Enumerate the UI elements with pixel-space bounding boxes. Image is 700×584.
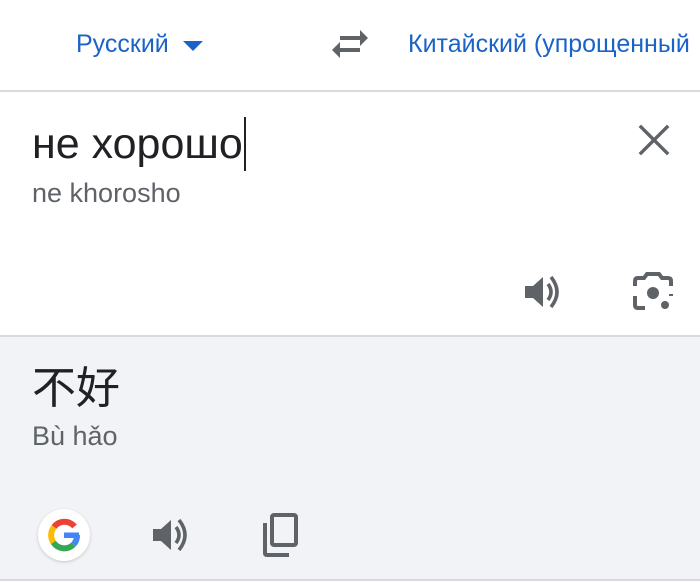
camera-translate-button[interactable]	[626, 266, 680, 318]
speaker-icon	[525, 275, 559, 309]
copy-translation-button[interactable]	[254, 509, 306, 561]
divider	[0, 579, 700, 581]
text-cursor	[243, 117, 246, 171]
clear-button[interactable]	[628, 114, 680, 166]
target-language-label: Китайский (упрощенный)	[408, 29, 690, 58]
source-text[interactable]: не хорошо	[32, 116, 243, 172]
google-search-button[interactable]	[38, 509, 90, 561]
copy-icon	[263, 513, 298, 557]
source-input[interactable]: не хорошо	[32, 116, 246, 172]
translation-text: 不好	[32, 364, 120, 413]
close-icon	[638, 124, 670, 156]
speaker-icon	[153, 518, 187, 552]
source-transliteration: ne khorosho	[32, 178, 181, 208]
listen-translation-button[interactable]	[146, 509, 198, 561]
source-language-selector[interactable]: Русский	[76, 24, 203, 64]
swap-arrows-icon	[332, 30, 368, 58]
listen-source-button[interactable]	[518, 266, 570, 318]
google-logo-icon	[48, 518, 80, 552]
result-panel: 不好 Bù hǎo	[0, 337, 700, 579]
translation-transliteration: Bù hǎo	[32, 421, 118, 451]
source-language-label: Русский	[76, 29, 169, 58]
target-language-selector[interactable]: Китайский (упрощенный)	[408, 24, 690, 64]
language-bar: Русский Китайский (упрощенный)	[0, 0, 700, 90]
chevron-down-icon	[182, 41, 203, 51]
source-panel: не хорошо ne khorosho	[0, 92, 700, 335]
camera-lens-icon	[633, 272, 673, 310]
swap-languages-button[interactable]	[326, 24, 374, 64]
